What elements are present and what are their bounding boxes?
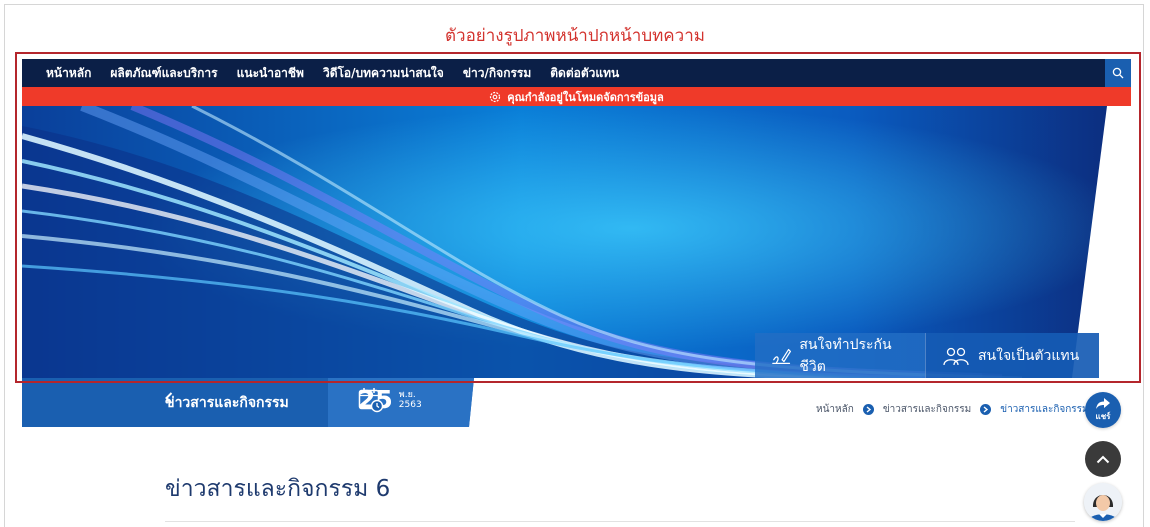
team-icon bbox=[943, 347, 969, 365]
life-insurance-button[interactable]: สนใจทำประกันชีวิต bbox=[755, 333, 925, 378]
chevron-left-icon bbox=[165, 392, 173, 404]
title-divider bbox=[165, 521, 1075, 522]
share-arrow-icon bbox=[1096, 397, 1110, 409]
nav-item-videos[interactable]: วิดีโอ/บทความน่าสนใจ bbox=[323, 64, 444, 83]
chat-assistant-avatar[interactable] bbox=[1084, 483, 1122, 521]
cover-caption: ตัวอย่างรูปภาพหน้าปกหน้าบทความ bbox=[445, 26, 705, 46]
article-title: ข่าวสารและกิจกรรม 6 bbox=[165, 476, 391, 502]
nav-item-contact-agent[interactable]: ติดต่อตัวแทน bbox=[550, 64, 619, 83]
alert-text: คุณกำลังอยู่ในโหมดจัดการข้อมูล bbox=[507, 90, 664, 104]
edit-mode-alert: คุณกำลังอยู่ในโหมดจัดการข้อมูล bbox=[22, 87, 1131, 106]
date-year: 2563 bbox=[398, 399, 422, 410]
breadcrumb-current: ข่าวสารและกิจกรรม 6 bbox=[1000, 404, 1099, 415]
date-month-year: พ.ย. 2563 bbox=[399, 390, 422, 410]
become-agent-button[interactable]: สนใจเป็นตัวแทน bbox=[925, 333, 1099, 378]
back-to-news-link[interactable]: ข่าวสารและกิจกรรม bbox=[165, 392, 289, 414]
chevron-right-icon bbox=[980, 404, 992, 415]
main-navbar: หน้าหลัก ผลิตภัณฑ์และบริการ แนะนำอาชีพ ว… bbox=[22, 59, 1131, 87]
date-month: พ.ย. bbox=[398, 389, 416, 400]
article-sub-header: ข่าวสารและกิจกรรม 25 พ.ย. 2563 bbox=[22, 378, 474, 427]
share-label: แชร์ bbox=[1095, 411, 1111, 421]
life-insurance-label: สนใจทำประกันชีวิต bbox=[799, 336, 892, 375]
nav-item-home[interactable]: หน้าหลัก bbox=[46, 64, 91, 83]
become-agent-label: สนใจเป็นตัวแทน bbox=[978, 347, 1080, 364]
cta-group: สนใจทำประกันชีวิต สนใจเป็นตัวแทน bbox=[755, 333, 1099, 378]
breadcrumb-news[interactable]: ข่าวสารและกิจกรรม bbox=[883, 402, 971, 417]
share-button[interactable]: แชร์ bbox=[1085, 392, 1121, 428]
back-link-label: ข่าวสารและกิจกรรม bbox=[165, 395, 289, 411]
breadcrumb: หน้าหลัก ข่าวสารและกิจกรรม ข่าวสารและกิจ… bbox=[816, 402, 1098, 417]
search-button[interactable] bbox=[1105, 59, 1131, 87]
calendar-clock-icon bbox=[358, 388, 384, 413]
gear-icon bbox=[490, 91, 501, 102]
scroll-to-top-button[interactable] bbox=[1085, 441, 1121, 477]
chevron-right-icon bbox=[862, 404, 874, 415]
breadcrumb-home[interactable]: หน้าหลัก bbox=[816, 402, 854, 417]
chevron-up-icon bbox=[1096, 455, 1110, 463]
nav-item-careers[interactable]: แนะนำอาชีพ bbox=[237, 64, 304, 83]
publish-date: 25 พ.ย. 2563 bbox=[358, 387, 422, 413]
nav-item-products[interactable]: ผลิตภัณฑ์และบริการ bbox=[110, 64, 217, 83]
assistant-avatar-icon bbox=[1084, 483, 1122, 521]
search-icon bbox=[1112, 67, 1124, 79]
nav-item-news[interactable]: ข่าว/กิจกรรม bbox=[463, 64, 531, 83]
pen-icon bbox=[772, 348, 792, 364]
